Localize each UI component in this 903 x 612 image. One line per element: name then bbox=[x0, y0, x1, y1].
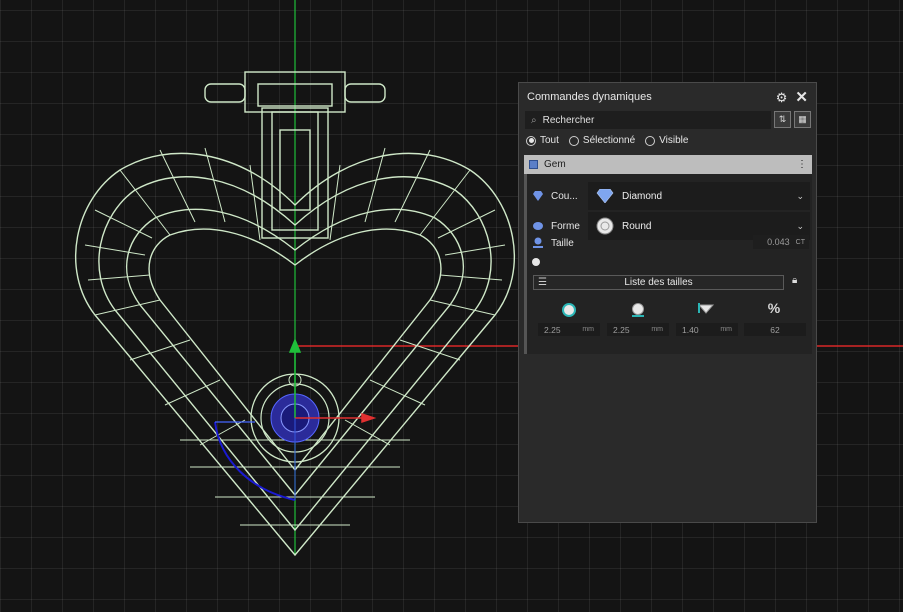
calculator-icon[interactable]: ▦ bbox=[794, 111, 811, 128]
size-slider-handle[interactable] bbox=[532, 258, 540, 266]
length-unit: mm bbox=[651, 326, 663, 333]
percent-field[interactable]: 62 bbox=[744, 323, 806, 336]
panel-title: Commandes dynamiques bbox=[527, 91, 652, 103]
filter-selected-radio[interactable]: Sélectionné bbox=[568, 135, 636, 146]
panel-titlebar[interactable]: Commandes dynamiques ⚙ ✕ bbox=[519, 83, 816, 111]
shape-value: Round bbox=[622, 220, 652, 232]
diamond-icon bbox=[531, 191, 545, 201]
width-value: 2.25 bbox=[544, 324, 561, 335]
gem-group-header[interactable]: Gem ⋮ bbox=[524, 155, 812, 174]
length-value: 2.25 bbox=[613, 324, 630, 335]
more-options-icon[interactable]: ⋮ bbox=[797, 159, 807, 170]
diamond-color-icon bbox=[596, 189, 614, 203]
filter-all-label: Tout bbox=[540, 135, 559, 146]
color-dropdown[interactable]: Diamond ⌄ bbox=[588, 182, 810, 210]
shape-row-label: Forme bbox=[551, 220, 580, 232]
height-unit: mm bbox=[720, 326, 732, 333]
percent-value: 62 bbox=[770, 324, 780, 335]
width-unit: mm bbox=[582, 326, 594, 333]
close-icon[interactable]: ✕ bbox=[795, 90, 808, 105]
chevron-down-icon: ⌄ bbox=[796, 220, 804, 231]
size-unit: CT bbox=[795, 238, 805, 246]
radio-selected-icon bbox=[526, 135, 536, 146]
list-icon: ☰ bbox=[538, 277, 547, 288]
gem-group-label: Gem bbox=[544, 159, 566, 170]
filter-selected-label: Sélectionné bbox=[582, 135, 636, 146]
search-input[interactable]: ⌕ Rechercher bbox=[525, 111, 771, 129]
size-value: 0.043 bbox=[767, 237, 790, 247]
chevron-down-icon: ⌄ bbox=[796, 190, 804, 201]
size-row-label: Taille bbox=[551, 237, 574, 249]
gem-length-icon bbox=[605, 302, 671, 321]
radio-icon bbox=[568, 135, 579, 146]
percent-icon: % bbox=[767, 300, 781, 316]
color-row-label: Cou... bbox=[551, 190, 578, 202]
gizmo bbox=[214, 338, 377, 501]
gem-cube-icon bbox=[529, 160, 538, 169]
size-icon bbox=[531, 237, 545, 249]
dynamic-commands-panel: Commandes dynamiques ⚙ ✕ ⌕ Rechercher ⇅ … bbox=[518, 82, 817, 523]
size-field[interactable]: 0.043 CT bbox=[753, 235, 809, 249]
width-field[interactable]: 2.25 mm bbox=[538, 323, 600, 336]
length-field[interactable]: 2.25 mm bbox=[607, 323, 669, 336]
radio-icon bbox=[645, 135, 656, 146]
height-value: 1.40 bbox=[682, 324, 699, 335]
filter-all-radio[interactable]: Tout bbox=[526, 135, 559, 146]
shape-icon bbox=[531, 221, 545, 231]
search-placeholder: Rechercher bbox=[542, 114, 595, 126]
gem-height-icon bbox=[673, 302, 739, 319]
sizes-list-label: Liste des tailles bbox=[624, 277, 693, 288]
sizes-list-button[interactable]: ☰ Liste des tailles bbox=[533, 275, 784, 290]
height-field[interactable]: 1.40 mm bbox=[676, 323, 738, 336]
gem-width-icon bbox=[536, 302, 602, 321]
sort-icon[interactable]: ⇅ bbox=[774, 111, 791, 128]
gem-group-body: Cou... Diamond ⌄ Forme Round ⌄ Taille 0.… bbox=[524, 174, 812, 354]
gear-icon[interactable]: ⚙ bbox=[776, 91, 788, 104]
filter-visible-radio[interactable]: Visible bbox=[645, 135, 688, 146]
round-gem-icon bbox=[596, 217, 614, 235]
search-icon: ⌕ bbox=[531, 114, 537, 126]
color-value: Diamond bbox=[622, 190, 663, 202]
filter-visible-label: Visible bbox=[659, 135, 689, 146]
lock-icon[interactable]: 🔒︎ bbox=[792, 275, 797, 286]
